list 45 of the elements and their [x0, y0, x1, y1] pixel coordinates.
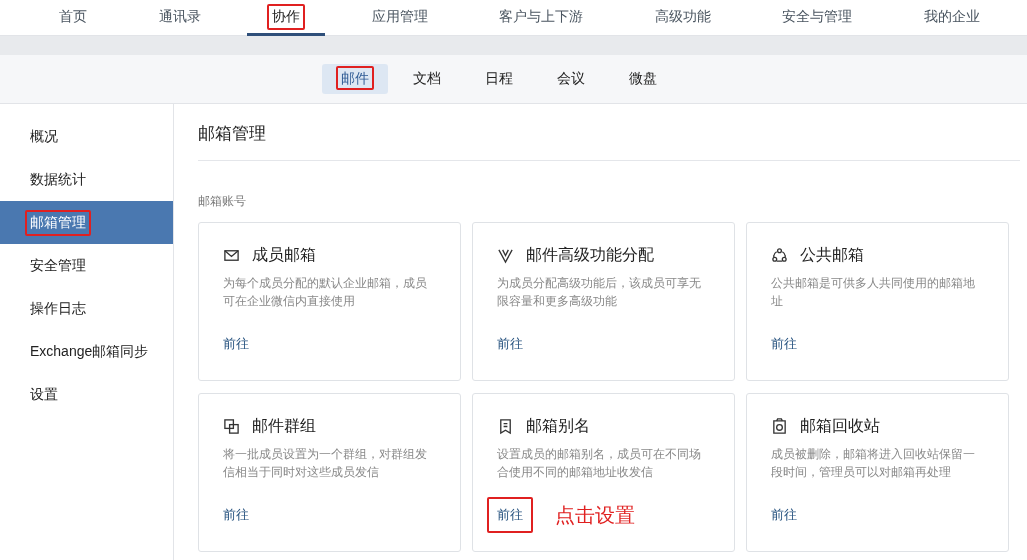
sidebar-item[interactable]: 概况 [0, 115, 173, 158]
nav-tab[interactable]: 应用管理 [346, 0, 453, 36]
sidebar-item[interactable]: 数据统计 [0, 158, 173, 201]
nav-tab[interactable]: 安全与管理 [757, 0, 878, 36]
card-title: 公共邮箱 [800, 245, 864, 265]
sidebar-item[interactable]: Exchange邮箱同步 [0, 330, 173, 373]
sidebar-item[interactable]: 设置 [0, 373, 173, 416]
nav-tab[interactable]: 我的企业 [898, 0, 1005, 36]
card-description: 公共邮箱是可供多人共同使用的邮箱地址 [771, 275, 976, 310]
sub-tab[interactable]: 邮件 [321, 64, 388, 94]
card-title: 邮箱回收站 [800, 416, 880, 436]
sub-tab[interactable]: 会议 [537, 64, 604, 94]
card-title: 邮件高级功能分配 [526, 245, 654, 265]
sidebar-item[interactable]: 邮箱管理 [0, 201, 173, 244]
sub-tab[interactable]: 日程 [465, 64, 532, 94]
card-title: 成员邮箱 [252, 245, 316, 265]
sidebar-item[interactable]: 安全管理 [0, 244, 173, 287]
v-shape-icon [497, 247, 514, 264]
card-description: 为成员分配高级功能后，该成员可享无限容量和更多高级功能 [497, 275, 702, 310]
nav-tab[interactable]: 首页 [34, 0, 112, 36]
card-title: 邮箱别名 [526, 416, 590, 436]
page-title: 邮箱管理 [198, 104, 1020, 161]
go-link[interactable]: 前往 [761, 326, 807, 362]
overlapping-squares-icon [223, 418, 240, 435]
sidebar-item[interactable]: 操作日志 [0, 287, 173, 330]
annotation-text: 点击设置 [555, 502, 635, 528]
nav-tab[interactable]: 高级功能 [629, 0, 736, 36]
card-title: 邮件群组 [252, 416, 316, 436]
card-description: 将一批成员设置为一个群组，对群组发信相当于同时对这些成员发信 [223, 446, 428, 481]
nav-tab[interactable]: 客户与上下游 [474, 0, 609, 36]
sub-tab[interactable]: 文档 [393, 64, 460, 94]
nav-tab[interactable]: 通讯录 [133, 0, 226, 36]
card-description: 设置成员的邮箱别名，成员可在不同场合使用不同的邮箱地址收发信 [497, 446, 702, 481]
card-description: 成员被删除，邮箱将进入回收站保留一段时间，管理员可以对邮箱再处理 [771, 446, 976, 481]
section-label: 邮箱账号 [198, 193, 247, 210]
sub-tab[interactable]: 微盘 [609, 64, 676, 94]
three-circles-icon [771, 247, 788, 264]
go-link[interactable]: 前往 [761, 497, 807, 533]
go-link[interactable]: 前往 [213, 326, 259, 362]
mail-icon [223, 247, 240, 264]
go-link[interactable]: 前往 [213, 497, 259, 533]
go-link[interactable]: 前往 [487, 497, 533, 533]
go-link[interactable]: 前往 [487, 326, 533, 362]
card-description: 为每个成员分配的默认企业邮箱，成员可在企业微信内直接使用 [223, 275, 428, 310]
document-icon [497, 418, 514, 435]
